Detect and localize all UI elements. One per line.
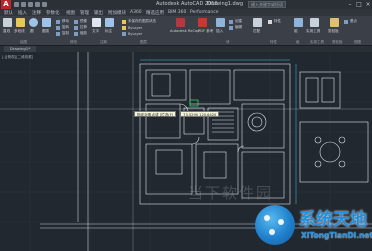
layer-icon [122,19,126,24]
tab-a360[interactable]: A360 [130,10,142,15]
search-input[interactable]: 键入关键字或短语 [248,1,286,8]
create-block-button[interactable]: 创建 [229,19,242,24]
color-dropdown[interactable]: 特性 [268,19,281,24]
group-label: 组 [294,29,298,33]
new-file-icon[interactable] [14,2,19,7]
edit-block-icon [229,25,233,30]
coordinate-input[interactable]: 73.5290 120.6420 [180,110,220,117]
panel-draw[interactable]: 绘图 [20,40,27,45]
utilities-label: 实用工具 [306,29,321,33]
panel-modify[interactable]: 修改 [70,40,77,45]
layer-state-dropdown[interactable]: 未保存的图层状态 [122,19,156,24]
match-properties-icon[interactable] [253,18,262,27]
arc-tool-label: 圆弧 [42,29,50,33]
dimension-tool-label: 标注 [105,29,113,33]
open-file-icon[interactable] [21,2,26,7]
scale-icon [74,31,78,36]
match-properties-label: 匹配 [253,29,261,33]
stretch-button[interactable]: 拉伸 [74,25,87,30]
panel-view[interactable]: 视图 [354,40,361,45]
insert-block-icon[interactable] [216,18,225,27]
title-bar: A Autodesk AutoCAD 2016 Drawing1.dwg 键入关… [0,0,372,9]
panel-properties[interactable]: 特性 [270,40,277,45]
command-prompt: 指定对角点或 [栏选(F) [134,110,177,117]
site-watermark: 系统天地 XiTongTianDi.net [255,203,372,247]
watermark-brand: 系统天地 [299,210,367,230]
edit-block-button[interactable]: 编辑 [229,25,242,30]
lightbulb-icon [122,25,126,30]
tab-bim360[interactable]: BIM 360 [168,10,186,15]
watermark-site: XiTongTianDi.net [301,231,372,240]
group-icon[interactable] [294,18,303,27]
text-tool-label: 文字 [92,29,100,33]
basepoint-icon [344,19,348,24]
pdf-icon[interactable] [198,18,207,27]
tab-performance[interactable]: Performance [190,10,219,15]
print-icon[interactable] [35,2,40,7]
scale-button[interactable]: 缩放 [74,31,87,36]
linetype-icon [122,31,126,36]
copy-button[interactable]: 复制 [56,31,69,36]
text-tool-icon[interactable] [92,18,101,27]
autocad-window: A Autodesk AutoCAD 2016 Drawing1.dwg 键入关… [0,0,372,251]
basepoint-button[interactable]: 基点 [344,19,357,24]
faint-watermark: 当下软件园 [188,184,274,202]
measure-icon[interactable] [310,18,319,27]
autocad-logo[interactable]: A [1,0,11,9]
dynamic-input-tooltip: 指定对角点或 [栏选(F) 73.5290 120.6420 [134,110,220,117]
circle-tool-icon[interactable] [29,18,38,27]
rotate-icon [56,25,60,30]
panel-layers[interactable]: 图层 [140,40,147,45]
create-block-icon [229,19,233,24]
clipboard-icon[interactable] [330,18,339,27]
panel-block[interactable]: 块 [226,40,230,45]
ribbon-tabs: 默认 插入 注释 参数化 视图 管理 输出 附加模块 A360 精选应用 BIM… [0,9,372,16]
stretch-icon [74,25,78,30]
panel-annotation[interactable]: 注释 [100,40,107,45]
file-title: Drawing1.dwg [207,1,243,7]
minimize-button[interactable]: – [346,1,354,8]
clipboard-label: 剪贴板 [328,29,339,33]
polyline-tool-icon[interactable] [16,18,25,27]
linetype-dropdown[interactable]: ByLayer [122,31,142,36]
rotate-button[interactable]: 旋转 [56,25,69,30]
copy-icon [56,31,60,36]
move-icon [56,19,60,24]
line-tool-label: 直线 [3,29,11,33]
undo-icon[interactable] [42,2,47,7]
mirror-button[interactable]: 镜像 [74,19,87,24]
layer-dropdown[interactable]: ByLayer [122,25,142,30]
polyline-tool-label: 多段线 [14,29,25,33]
panel-clipboard[interactable]: 剪贴板 [332,40,343,45]
insert-block-label: 插入 [216,29,224,33]
line-tool-icon[interactable] [3,18,12,27]
arc-tool-icon[interactable] [42,18,51,27]
recap-label: Autodesk ReCap [170,29,200,33]
save-icon[interactable] [28,2,33,7]
mirror-icon [74,19,78,24]
ribbon-panel: 直线 多段线 圆 圆弧 移动 旋转 复制 镜像 拉伸 缩放 文字 标注 未保存的… [0,16,372,46]
watermark-logo-icon [255,205,295,245]
color-swatch-icon [268,19,272,24]
panel-utilities[interactable]: 实用工具 [310,40,324,45]
pdf-label: PDF 参考 [198,29,214,33]
close-button[interactable]: × [364,1,372,8]
recap-icon[interactable] [176,18,185,27]
circle-tool-label: 圆 [30,29,34,33]
panel-groups[interactable]: 组 [296,40,300,45]
maximize-button[interactable]: □ [355,1,363,8]
move-button[interactable]: 移动 [56,19,69,24]
dimension-tool-icon[interactable] [105,18,114,27]
viewport-controls[interactable]: [-][俯视][二维线框] [2,55,33,60]
